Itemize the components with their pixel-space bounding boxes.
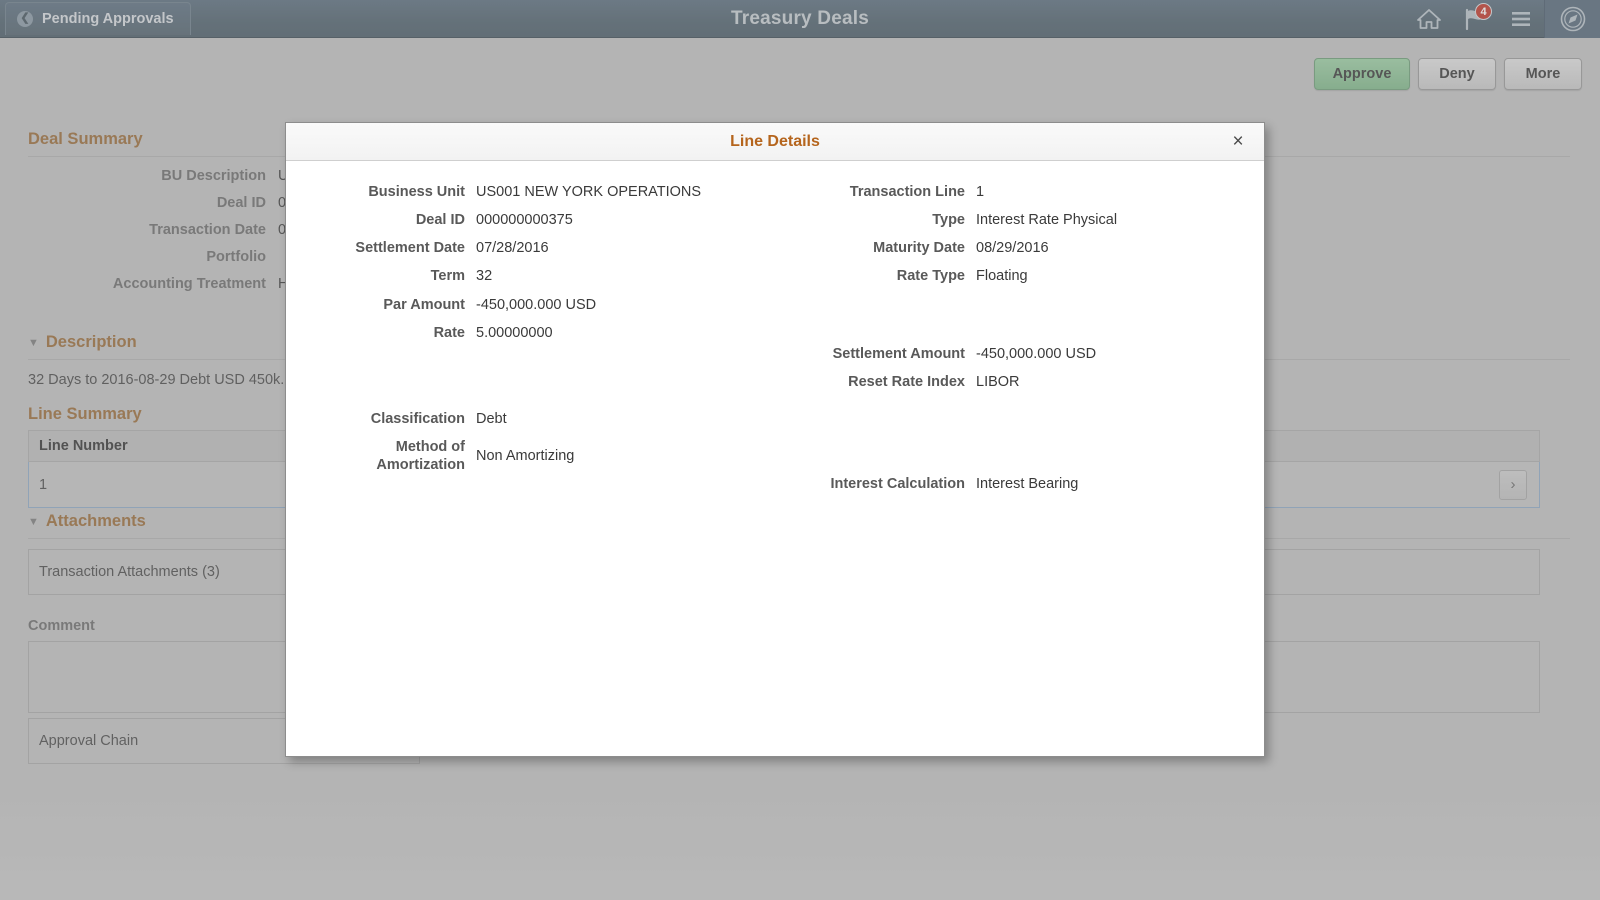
modal-title: Line Details [286,123,1264,161]
field-settlement-amount: Settlement Amount -450,000.000 USD [786,345,1266,363]
field-label: Deal ID [286,211,476,229]
field-value: LIBOR [976,374,1020,390]
field-settlement-date: Settlement Date 07/28/2016 [286,239,786,257]
field-maturity-date: Maturity Date 08/29/2016 [786,239,1266,257]
field-value: 32 [476,268,492,284]
field-business-unit: Business Unit US001 NEW YORK OPERATIONS [286,183,786,201]
field-value: Floating [976,268,1028,284]
field-label: Rate Type [786,267,976,285]
field-deal-id: Deal ID 000000000375 [286,211,786,229]
field-rate-type: Rate Type Floating [786,267,1266,285]
field-value: 5.00000000 [476,325,553,341]
field-label: Interest Calculation [786,475,976,493]
field-label: Settlement Amount [786,345,976,363]
field-value: Interest Bearing [976,476,1078,492]
field-label: Transaction Line [786,183,976,201]
field-label: Reset Rate Index [786,373,976,391]
field-label: Rate [286,324,476,342]
modal-body: Business Unit US001 NEW YORK OPERATIONS … [286,161,1264,757]
field-label: Term [286,267,476,285]
field-label: Method of Amortization [286,438,476,474]
field-value: -450,000.000 USD [976,346,1096,362]
field-method-of-amortization: Method of Amortization Non Amortizing [286,438,786,474]
field-type: Type Interest Rate Physical [786,211,1266,229]
field-term: Term 32 [286,267,786,285]
field-value: 000000000375 [476,212,573,228]
close-icon[interactable]: × [1220,123,1256,161]
field-value: 08/29/2016 [976,240,1049,256]
field-classification: Classification Debt [286,410,786,428]
field-value: Non Amortizing [476,448,574,464]
field-transaction-line: Transaction Line 1 [786,183,1266,201]
field-label-line2: Amortization [286,456,465,474]
field-value: -450,000.000 USD [476,297,596,313]
field-value: 07/28/2016 [476,240,549,256]
field-label: Settlement Date [286,239,476,257]
field-label: Classification [286,410,476,428]
modal-header: Line Details × [286,123,1264,161]
field-reset-rate-index: Reset Rate Index LIBOR [786,373,1266,391]
field-par-amount: Par Amount -450,000.000 USD [286,296,786,314]
field-label-line1: Method of [286,438,465,456]
field-label: Par Amount [286,296,476,314]
field-label: Business Unit [286,183,476,201]
field-value: 1 [976,184,984,200]
field-label: Type [786,211,976,229]
field-rate: Rate 5.00000000 [286,324,786,342]
field-value: Interest Rate Physical [976,212,1117,228]
line-details-modal: Line Details × Business Unit US001 NEW Y… [285,122,1265,757]
field-value: Debt [476,411,507,427]
field-label: Maturity Date [786,239,976,257]
field-value: US001 NEW YORK OPERATIONS [476,184,701,200]
field-interest-calculation: Interest Calculation Interest Bearing [786,475,1266,493]
